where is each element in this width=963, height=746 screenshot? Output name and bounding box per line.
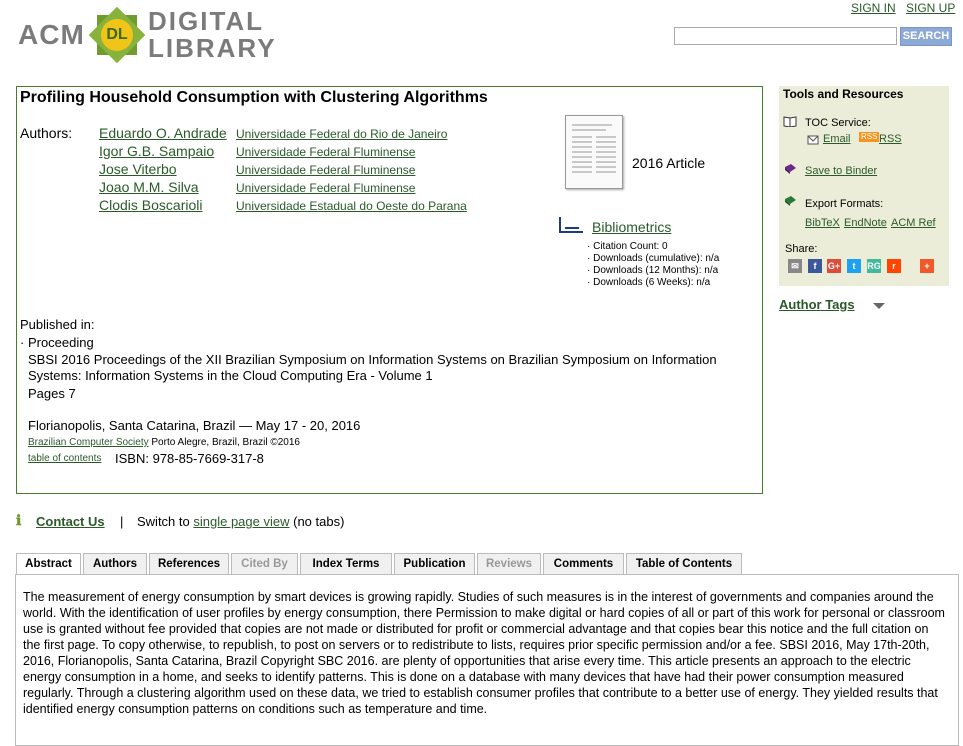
export-formats-label: Export Formats: [805,198,884,210]
share-reddit-icon[interactable]: r [887,259,901,273]
sidebar-title: Tools and Resources [783,87,904,101]
tab-references[interactable]: References [149,553,229,574]
pages-count: Pages 7 [28,386,76,401]
affiliation-link[interactable]: Universidade Federal Fluminense [236,163,415,177]
isbn: ISBN: 978-85-7669-317-8 [115,451,264,466]
downloads-6-weeks: · Downloads (6 Weeks): n/a [587,277,711,288]
binder-icon [783,162,796,174]
tab-authors[interactable]: Authors [83,553,147,574]
author-link[interactable]: Joao M.M. Silva [99,179,199,195]
share-twitter-icon[interactable]: t [847,259,861,273]
affiliation-link[interactable]: Universidade Federal Fluminense [236,181,415,195]
logo-acm-text: ACM [18,19,85,50]
tab-table-of-contents[interactable]: Table of Contents [626,553,742,574]
endnote-link[interactable]: EndNote [844,217,887,229]
share-more-icon[interactable]: + [920,259,934,273]
article-type: 2016 Article [632,155,706,171]
toc-service-label: TOC Service: [805,117,871,129]
publisher-line: Brazilian Computer Society Porto Alegre,… [28,437,300,448]
search-button[interactable]: SEARCH [900,27,952,46]
logo-dl-text: DL [101,19,133,51]
tab-content-panel: The measurement of energy consumption by… [15,574,959,746]
switch-view-text: Switch to single page view (no tabs) [137,514,344,529]
tab-index-terms[interactable]: Index Terms [300,553,392,574]
citation-count: · Citation Count: 0 [587,241,668,252]
logo-library-text: LIBRARY [148,33,277,63]
email-icon [807,133,819,145]
email-link[interactable]: Email [823,133,851,145]
affiliation-link[interactable]: Universidade Federal Fluminense [236,145,415,159]
export-icon [783,194,796,206]
author-link[interactable]: Eduardo O. Andrade [99,125,227,141]
tab-publication[interactable]: Publication [394,553,475,574]
search-input[interactable] [674,27,897,45]
share-email-icon[interactable]: ✉ [788,259,802,273]
sign-in-link[interactable]: SIGN IN [851,1,896,15]
share-google-plus-icon[interactable]: G+ [827,259,841,273]
author-link[interactable]: Igor G.B. Sampaio [99,143,214,159]
published-in-label: Published in: [20,317,95,332]
bibliometrics-link[interactable]: Bibliometrics [592,219,671,235]
authors-label: Authors: [20,125,73,141]
proceeding-name: SBSI 2016 Proceedings of the XII Brazili… [28,352,717,383]
table-of-contents-link[interactable]: table of contents [28,453,101,464]
switch-prefix: Switch to [137,514,190,529]
downloads-12-months: · Downloads (12 Months): n/a [587,265,719,276]
article-title: Profiling Household Consumption with Clu… [20,89,488,106]
chevron-down-icon[interactable] [873,303,885,309]
switch-suffix: (no tabs) [293,514,345,529]
single-page-view-link[interactable]: single page view [193,514,289,529]
affiliation-link[interactable]: Universidade Estadual do Oeste do Parana [236,199,467,213]
author-link[interactable]: Jose Viterbo [99,161,177,177]
contact-info-icon: ℹ [16,512,22,528]
contact-us-link[interactable]: Contact Us [36,514,105,529]
save-to-binder-link[interactable]: Save to Binder [805,165,877,177]
separator: | [120,514,124,529]
affiliation-link[interactable]: Universidade Federal do Rio de Janeiro [236,127,447,141]
tab-reviews[interactable]: Reviews [477,553,541,574]
book-icon [783,114,797,128]
abstract-text: The measurement of energy consumption by… [23,590,945,716]
share-label: Share: [785,243,818,255]
share-facebook-icon[interactable]: f [808,259,822,273]
publisher-details: Porto Alegre, Brazil, Brazil ©2016 [151,437,300,448]
tab-cited-by[interactable]: Cited By [231,553,298,574]
share-researchgate-icon[interactable]: RG [867,259,881,273]
tools-sidebar: Tools and Resources TOC Service: Email R… [779,86,949,286]
acm-dl-logo[interactable]: ACM DL DIGITAL LIBRARY [18,4,288,66]
tab-comments[interactable]: Comments [543,553,624,574]
article-info-box: Profiling Household Consumption with Clu… [16,86,763,494]
conference-location: Florianopolis, Santa Catarina, Brazil — … [28,418,361,433]
bibtex-link[interactable]: BibTeX [805,217,840,229]
proceeding-label: · Proceeding [20,335,94,350]
author-link[interactable]: Clodis Boscarioli [99,197,202,213]
bibliometrics-chart-icon [559,217,583,233]
rss-link[interactable]: RSS [879,133,902,145]
logo-dl-badge: DL [86,4,148,66]
sign-up-link[interactable]: SIGN UP [906,1,955,15]
top-bar: ACM DL DIGITAL LIBRARY SIGN IN SIGN UP S… [0,0,963,80]
acm-ref-link[interactable]: ACM Ref [891,217,936,229]
publisher-link[interactable]: Brazilian Computer Society [28,437,149,448]
author-tags-link[interactable]: Author Tags [779,297,855,312]
article-thumbnail[interactable] [565,115,623,189]
downloads-cumulative: · Downloads (cumulative): n/a [587,253,720,264]
rss-icon: RSS [859,132,880,142]
tab-abstract[interactable]: Abstract [16,553,81,575]
